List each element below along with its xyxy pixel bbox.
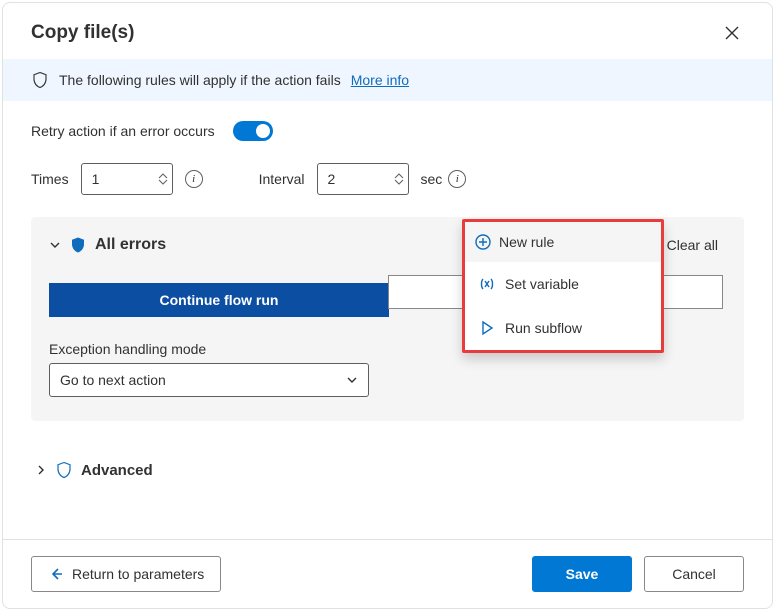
- interval-unit: sec: [421, 171, 443, 187]
- dialog-footer: Return to parameters Save Cancel: [3, 539, 772, 608]
- content-area: Retry action if an error occurs Times 1 …: [3, 101, 772, 539]
- shield-icon: [69, 236, 87, 254]
- shield-icon: [55, 461, 73, 479]
- arrow-left-icon: [48, 566, 64, 582]
- plus-circle-icon: [475, 234, 491, 250]
- dialog-header: Copy file(s): [3, 3, 772, 59]
- new-rule-label: New rule: [499, 234, 554, 250]
- advanced-section-toggle[interactable]: Advanced: [31, 461, 744, 479]
- menu-item-label: Run subflow: [505, 320, 582, 336]
- interval-stepper-buttons[interactable]: [394, 173, 404, 185]
- times-label: Times: [31, 171, 69, 187]
- cancel-label: Cancel: [672, 566, 716, 582]
- menu-item-label: Set variable: [505, 276, 579, 292]
- dialog: Copy file(s) The following rules will ap…: [2, 2, 773, 609]
- retry-label: Retry action if an error occurs: [31, 123, 215, 139]
- cancel-button[interactable]: Cancel: [644, 556, 744, 592]
- info-bar: The following rules will apply if the ac…: [3, 59, 772, 101]
- clear-all-label: Clear all: [667, 237, 718, 253]
- chevron-down-icon: [346, 374, 358, 386]
- menu-item-set-variable[interactable]: Set variable: [465, 262, 661, 306]
- new-rule-button[interactable]: New rule: [465, 222, 661, 262]
- advanced-label: Advanced: [81, 462, 153, 479]
- dialog-title: Copy file(s): [31, 22, 134, 44]
- return-to-parameters-button[interactable]: Return to parameters: [31, 556, 221, 592]
- interval-label: Interval: [259, 171, 305, 187]
- variable-icon: [479, 276, 495, 292]
- save-label: Save: [566, 566, 599, 582]
- times-value: 1: [92, 171, 100, 187]
- retry-toggle[interactable]: [233, 121, 273, 141]
- errors-title: All errors: [95, 236, 166, 254]
- errors-title-group[interactable]: All errors: [49, 236, 166, 254]
- footer-actions: Save Cancel: [532, 556, 744, 592]
- times-stepper[interactable]: 1: [81, 163, 173, 195]
- play-icon: [479, 320, 495, 336]
- chevron-down-icon[interactable]: [49, 239, 61, 251]
- info-text: The following rules will apply if the ac…: [59, 72, 341, 88]
- errors-panel: All errors Clear all New rule: [31, 217, 744, 421]
- close-button[interactable]: [720, 21, 744, 45]
- chevron-right-icon: [35, 464, 47, 476]
- close-icon: [725, 26, 739, 40]
- return-label: Return to parameters: [72, 566, 204, 582]
- interval-value: 2: [328, 171, 336, 187]
- retry-inputs: Times 1 i Interval 2 sec i: [31, 163, 744, 195]
- continue-label: Continue flow run: [160, 292, 279, 308]
- info-icon[interactable]: i: [448, 170, 466, 188]
- exception-mode-select[interactable]: Go to next action: [49, 363, 369, 397]
- chevron-down-icon[interactable]: [394, 179, 404, 185]
- more-info-link[interactable]: More info: [351, 72, 409, 88]
- info-icon[interactable]: i: [185, 170, 203, 188]
- shield-icon: [31, 71, 49, 89]
- chevron-down-icon[interactable]: [158, 179, 168, 185]
- continue-flow-run-button[interactable]: Continue flow run: [49, 283, 389, 317]
- new-rule-menu: New rule Set variable Run subflow: [462, 219, 664, 353]
- menu-item-run-subflow[interactable]: Run subflow: [465, 306, 661, 350]
- times-stepper-buttons[interactable]: [158, 173, 168, 185]
- retry-row: Retry action if an error occurs: [31, 121, 744, 141]
- exception-mode-value: Go to next action: [60, 372, 166, 388]
- interval-stepper[interactable]: 2: [317, 163, 409, 195]
- save-button[interactable]: Save: [532, 556, 632, 592]
